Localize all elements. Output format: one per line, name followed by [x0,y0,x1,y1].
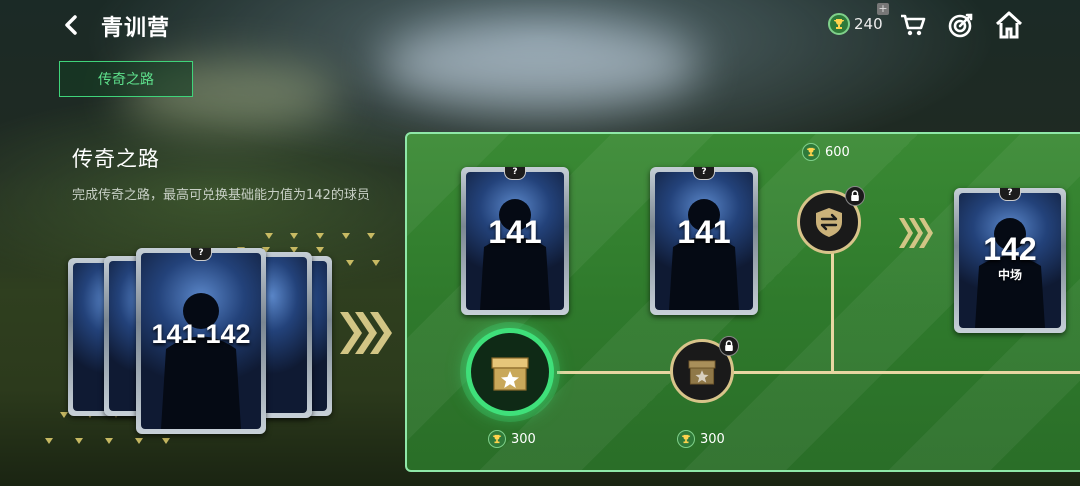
chevron-right-icon [338,310,394,356]
reward-chest-1[interactable] [466,328,554,416]
tab-legend-path[interactable]: 传奇之路 [59,61,193,97]
chevron-right-icon [898,217,934,249]
section-title: 传奇之路 [72,147,160,171]
reward-2-cost-value: 300 [700,431,725,447]
home-icon [995,11,1023,39]
pack-rating: 141-142 [151,319,251,349]
swap-icon [816,208,842,237]
player-silhouette-icon [161,293,241,429]
card-rating: 141 [677,214,731,250]
back-icon [65,15,77,35]
card-rating: 142 [983,231,1037,267]
pack-card-front: 141-142 ? [136,248,266,434]
page-title: 青训营 [101,16,171,41]
home-button[interactable] [994,10,1024,40]
reward-2-cost: 300 [677,430,725,448]
top-bar: 青训营 240 + [0,0,1080,50]
chest-icon [688,360,716,385]
reward-card-2[interactable]: 141 ? [650,167,758,315]
reward-1-cost-value: 300 [511,431,536,447]
trophy-icon [828,13,850,35]
add-currency-button[interactable]: + [877,3,889,15]
card-mystery-badge: ? [504,167,526,180]
card-mystery-badge: ? [999,188,1021,201]
currency-display[interactable]: 240 + [828,3,889,35]
section-description: 完成传奇之路，最高可兑换基础能力值为142的球员 [72,188,370,203]
trophy-icon [488,430,506,448]
trophy-icon [802,143,820,161]
exchange-cost: 600 [802,143,850,161]
card-rating: 141 [488,214,542,250]
lock-icon [845,186,865,206]
card-mystery-badge: ? [693,167,715,180]
currency-value: 240 [854,15,883,33]
exchange-cost-value: 600 [825,144,850,160]
trophy-icon [677,430,695,448]
chest-icon [491,357,529,391]
card-mystery-badge: ? [190,248,212,261]
card-position: 中场 [997,268,1022,282]
target-icon [948,13,973,38]
path-line [557,371,1080,374]
reward-card-1[interactable]: 141 ? [461,167,569,315]
objectives-button[interactable] [946,10,976,40]
back-button[interactable] [58,10,86,40]
final-reward-card[interactable]: 142 中场 ? [954,188,1066,333]
path-line [831,234,834,372]
lock-icon [719,336,739,356]
reward-1-cost: 300 [488,430,536,448]
cart-icon [901,14,926,36]
store-button[interactable] [898,10,928,40]
